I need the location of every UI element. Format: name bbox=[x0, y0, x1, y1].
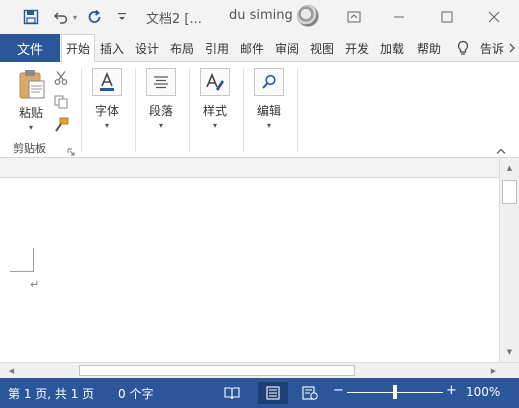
tab-home[interactable]: 开始 bbox=[61, 34, 95, 63]
tab-review[interactable]: 审阅 bbox=[271, 34, 303, 62]
paragraph-label: 段落 bbox=[148, 104, 173, 118]
document-area[interactable]: ↵ bbox=[0, 178, 499, 362]
text-boundary-corner bbox=[10, 248, 34, 272]
copy-icon[interactable] bbox=[53, 94, 71, 112]
customize-qat-icon[interactable] bbox=[114, 6, 130, 28]
styles-label: 样式 bbox=[202, 104, 227, 118]
group-separator bbox=[243, 68, 244, 152]
tab-developer[interactable]: 开发 bbox=[341, 34, 373, 62]
read-mode-icon[interactable] bbox=[219, 382, 245, 404]
tab-file[interactable]: 文件 bbox=[0, 34, 60, 62]
zoom-level[interactable]: 100% bbox=[466, 385, 500, 399]
page-count[interactable]: 第 1 页, 共 1 页 bbox=[8, 385, 94, 402]
clipboard-launcher-icon[interactable] bbox=[67, 145, 77, 156]
paragraph-mark: ↵ bbox=[30, 278, 40, 291]
vertical-scrollbar[interactable]: ▲ ▼ bbox=[499, 158, 519, 362]
paragraph-dropdown-icon: ▾ bbox=[158, 121, 163, 130]
avatar[interactable] bbox=[297, 5, 319, 27]
styles-button[interactable]: 样式 ▾ bbox=[200, 68, 230, 130]
tab-insert[interactable]: 插入 bbox=[96, 34, 128, 62]
scroll-up-icon[interactable]: ▲ bbox=[500, 160, 519, 176]
editing-button[interactable]: 编辑 ▾ bbox=[254, 68, 284, 130]
tab-design[interactable]: 设计 bbox=[131, 34, 163, 62]
zoom-out-button[interactable]: − bbox=[333, 383, 344, 398]
word-count[interactable]: 0 个字 bbox=[118, 385, 153, 402]
clipboard-group-label: 剪贴板 bbox=[13, 142, 46, 155]
web-layout-icon[interactable] bbox=[297, 382, 323, 404]
scroll-right-icon[interactable]: ▶ bbox=[484, 363, 503, 379]
styles-dropdown-icon: ▾ bbox=[212, 121, 217, 130]
tab-tell-me[interactable]: 告诉 bbox=[480, 34, 504, 62]
paragraph-button[interactable]: 段落 ▾ bbox=[146, 68, 176, 130]
close-icon[interactable] bbox=[482, 6, 506, 28]
tab-references[interactable]: 引用 bbox=[201, 34, 233, 62]
group-separator bbox=[135, 68, 136, 152]
undo-dropdown-icon[interactable]: ▾ bbox=[70, 6, 80, 28]
paragraph-icon bbox=[146, 68, 176, 96]
paste-dropdown-icon[interactable]: ▾ bbox=[29, 123, 33, 132]
maximize-icon[interactable] bbox=[435, 6, 459, 28]
font-button[interactable]: 字体 ▾ bbox=[92, 68, 122, 130]
find-icon bbox=[254, 68, 284, 96]
user-name[interactable]: du siming bbox=[229, 8, 293, 23]
ribbon-scroll-right-icon[interactable] bbox=[505, 34, 519, 62]
paste-label: 粘贴 bbox=[18, 106, 43, 120]
editing-dropdown-icon: ▾ bbox=[266, 121, 271, 130]
print-layout-icon[interactable] bbox=[258, 382, 288, 404]
horizontal-scroll-thumb[interactable] bbox=[79, 365, 355, 376]
tab-addins[interactable]: 加载 bbox=[376, 34, 408, 62]
redo-icon[interactable] bbox=[84, 6, 106, 28]
editing-label: 编辑 bbox=[256, 104, 281, 118]
tab-help[interactable]: 帮助 bbox=[413, 34, 445, 62]
clipboard-icon bbox=[19, 70, 45, 99]
ribbon-display-icon[interactable] bbox=[342, 6, 366, 28]
save-icon[interactable] bbox=[20, 6, 42, 28]
undo-icon[interactable] bbox=[50, 6, 72, 28]
ribbon-home: 粘贴 ▾ 剪贴板 字体 ▾ 段落 ▾ 样式 ▾ 编辑 ▾ bbox=[0, 62, 519, 158]
document-title: 文档2 [... bbox=[146, 12, 202, 27]
status-bar: 第 1 页, 共 1 页 0 个字 − + 100% bbox=[0, 378, 519, 408]
minimize-icon[interactable] bbox=[387, 6, 411, 28]
cut-icon[interactable] bbox=[53, 70, 71, 88]
scroll-down-icon[interactable]: ▼ bbox=[500, 344, 519, 360]
font-icon bbox=[92, 68, 122, 96]
paste-button[interactable]: 粘贴 ▾ bbox=[12, 68, 50, 134]
collapse-ribbon-icon[interactable] bbox=[496, 144, 510, 156]
ruler-area bbox=[0, 158, 499, 178]
tab-layout[interactable]: 布局 bbox=[166, 34, 198, 62]
tab-mailings[interactable]: 邮件 bbox=[236, 34, 268, 62]
scroll-left-icon[interactable]: ◀ bbox=[2, 363, 21, 379]
styles-icon bbox=[200, 68, 230, 96]
title-bar: ▾ 文档2 [... du siming bbox=[0, 0, 519, 34]
ribbon-tabs: 文件 开始 插入 设计 布局 引用 邮件 审阅 视图 开发 加载 帮助 告诉 bbox=[0, 34, 519, 63]
format-painter-icon[interactable] bbox=[53, 117, 71, 135]
horizontal-scrollbar[interactable]: ◀ ▶ bbox=[0, 362, 519, 378]
zoom-slider-thumb[interactable] bbox=[393, 385, 397, 399]
vertical-scroll-thumb[interactable] bbox=[502, 180, 517, 204]
tab-view[interactable]: 视图 bbox=[306, 34, 338, 62]
font-dropdown-icon: ▾ bbox=[104, 121, 109, 130]
group-separator bbox=[297, 68, 298, 152]
group-separator bbox=[81, 68, 82, 152]
zoom-in-button[interactable]: + bbox=[446, 383, 457, 398]
font-label: 字体 bbox=[94, 104, 119, 118]
lightbulb-icon[interactable] bbox=[452, 34, 474, 62]
group-separator bbox=[189, 68, 190, 152]
